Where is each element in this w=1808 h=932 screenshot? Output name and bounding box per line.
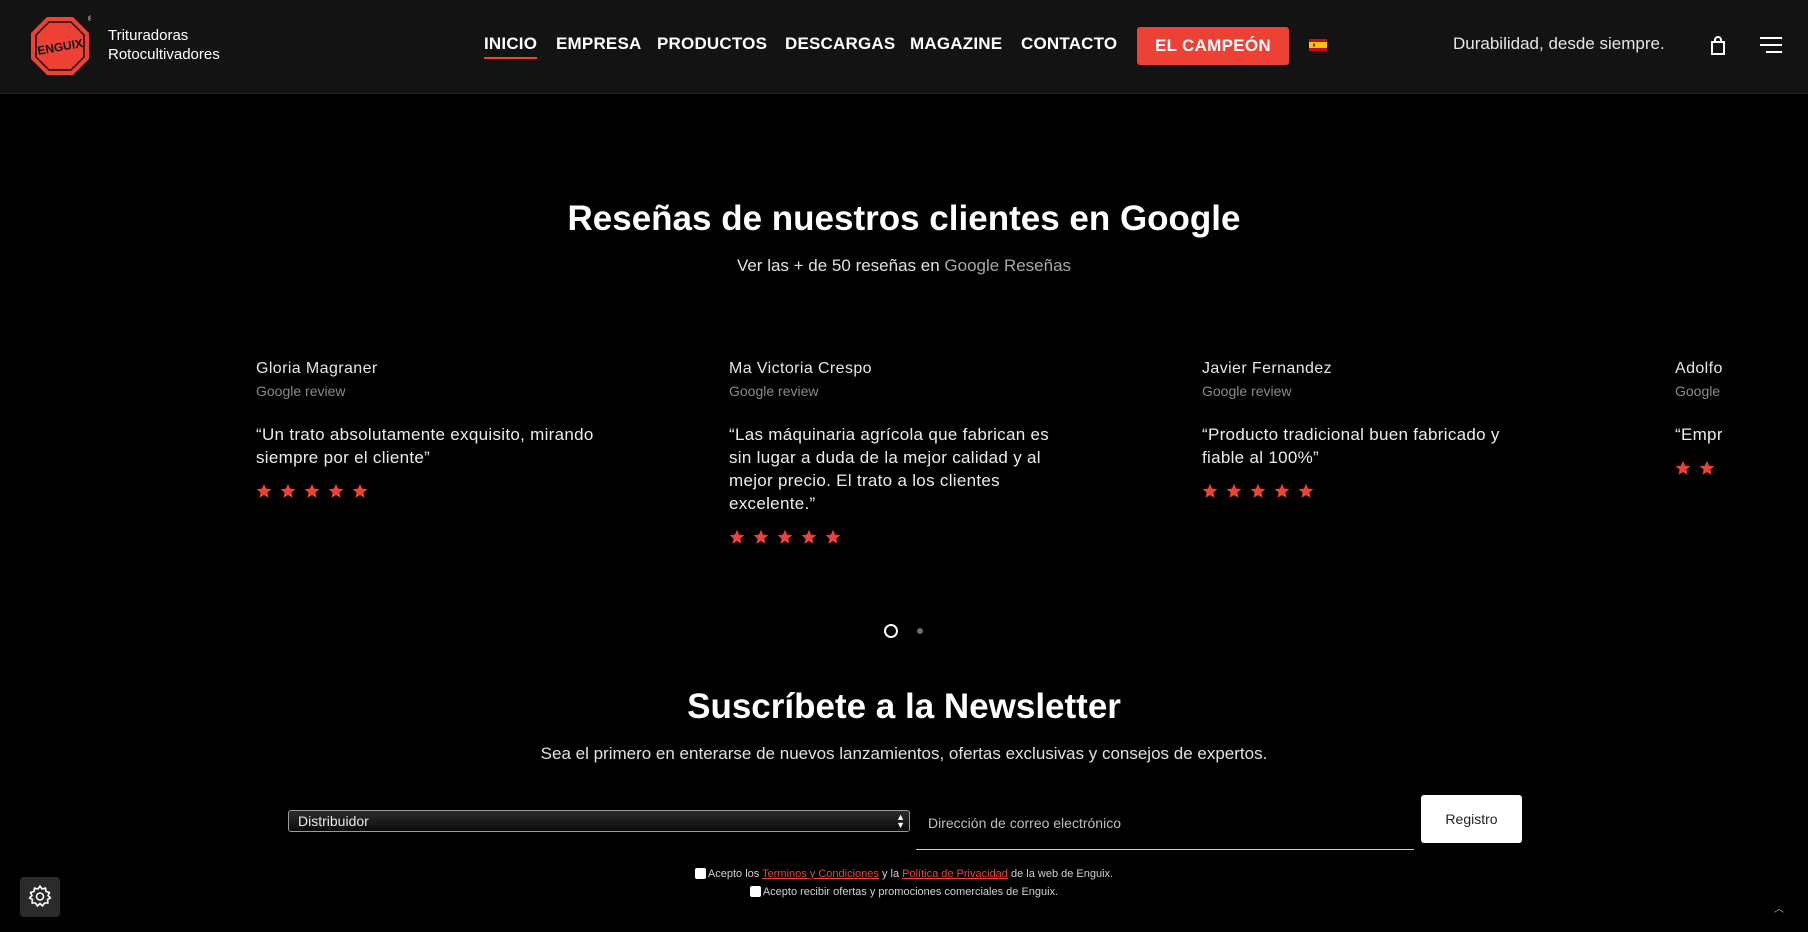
terms-text-prefix: Acepto los [707,868,763,880]
nav-empresa[interactable]: EMPRESA [556,34,641,54]
review-text: “Producto tradicional buen fabricado y f… [1202,425,1500,467]
review-card: Adolfo Google review “Empr produ [1675,360,1722,480]
site-header: ENGUIX ® Trituradoras Rotocultivadores I… [0,0,1808,94]
email-input[interactable] [926,814,1408,832]
star-rating [256,483,596,503]
nav-contacto[interactable]: CONTACTO [1021,34,1117,54]
star-rating [729,529,1069,549]
reviewer-name: Ma Victoria Crespo [729,360,872,377]
offers-consent: Acepto recibir ofertas y promociones com… [0,886,1808,898]
chevron-up-icon[interactable]: ︿ [1774,900,1784,915]
reviews-title: Reseñas de nuestros clientes en Google [567,199,1241,238]
offers-text: Acepto recibir ofertas y promociones com… [762,886,1059,898]
review-text: “Un trato absolutamente exquisito, miran… [256,425,594,467]
star-icon [1675,460,1691,475]
star-icon [1202,483,1218,498]
brand-name[interactable]: Trituradoras Rotocultivadores [108,26,220,64]
review-source: Google review [1675,383,1722,399]
terms-checkbox[interactable] [694,868,706,879]
nav-productos[interactable]: PRODUCTOS [657,34,767,54]
pagination-dot[interactable] [917,628,923,634]
star-rating [1202,483,1542,503]
star-icon [801,529,817,544]
header-tagline: Durabilidad, desde siempre. [1453,34,1665,53]
email-field[interactable] [916,802,1414,850]
nav-inicio[interactable]: INICIO [484,34,538,59]
star-icon [304,483,320,498]
star-icon [256,483,272,498]
star-icon [729,529,745,544]
review-source: Google review [729,383,819,399]
star-icon [1274,483,1290,498]
privacy-link[interactable]: Política de Privacidad [902,868,1008,880]
star-icon [328,483,344,498]
google-reviews-link[interactable]: Google Reseñas [944,256,1071,275]
shopping-bag-icon[interactable] [1710,36,1726,56]
reviewer-name: Gloria Magraner [256,360,378,377]
settings-button[interactable] [20,877,60,917]
pagination-dot-active[interactable] [884,624,898,638]
terms-text-suffix: de la web de Enguix. [1007,868,1114,880]
carousel-pagination [0,624,1808,638]
register-button[interactable]: Registro [1421,795,1522,843]
select-arrows-icon: ▲ ▼ [896,812,905,830]
review-text: “Empr produ [1675,425,1722,444]
review-source: Google review [256,383,346,399]
reviewer-name: Javier Fernandez [1202,360,1333,377]
newsletter-title: Suscríbete a la Newsletter [687,687,1121,726]
svg-text:®: ® [88,15,91,23]
star-icon [1699,460,1715,475]
nav-descargas[interactable]: DESCARGAS [785,34,895,54]
review-source: Google review [1202,383,1292,399]
reviews-subtitle: Ver las + de 50 reseñas en Google Reseña… [0,256,1808,276]
el-campeon-button[interactable]: EL CAMPEÓN [1137,27,1289,65]
review-text: “Las máquinaria agrícola que fabrican es… [729,425,1050,513]
spain-flag-icon[interactable] [1309,39,1327,51]
star-icon [753,529,769,544]
hamburger-menu-icon[interactable] [1760,36,1782,54]
terms-text-mid: y la [878,868,903,880]
terms-consent: Acepto los Terminos y Condiciones y la P… [0,868,1808,880]
star-rating [1675,460,1722,480]
reviews-subtitle-text: Ver las + de 50 reseñas en [736,256,945,275]
star-icon [1250,483,1266,498]
review-card: Gloria Magraner Google review “Un trato … [256,360,596,503]
star-icon [1226,483,1242,498]
enguix-logo[interactable]: ENGUIX ® [29,15,91,77]
gear-icon [28,885,52,907]
star-icon [280,483,296,498]
reviews-carousel[interactable]: Gloria Magraner Google review “Un trato … [256,360,1722,590]
brand-line-2: Rotocultivadores [108,46,220,63]
review-card: Ma Victoria Crespo Google review “Las má… [729,360,1069,549]
star-icon [777,529,793,544]
newsletter-subtitle: Sea el primero en enterarse de nuevos la… [540,744,1268,763]
customer-type-select[interactable]: Distribuidor ▲ ▼ [288,810,910,832]
select-value: Distribuidor [298,813,369,829]
terms-link[interactable]: Terminos y Condiciones [762,868,879,880]
star-icon [1298,483,1314,498]
offers-checkbox[interactable] [749,886,761,897]
review-card: Javier Fernandez Google review “Producto… [1202,360,1542,503]
nav-magazine[interactable]: MAGAZINE [910,34,1002,54]
reviewer-name: Adolfo [1675,360,1722,377]
star-icon [825,529,841,544]
star-icon [352,483,368,498]
brand-line-1: Trituradoras [108,27,189,44]
